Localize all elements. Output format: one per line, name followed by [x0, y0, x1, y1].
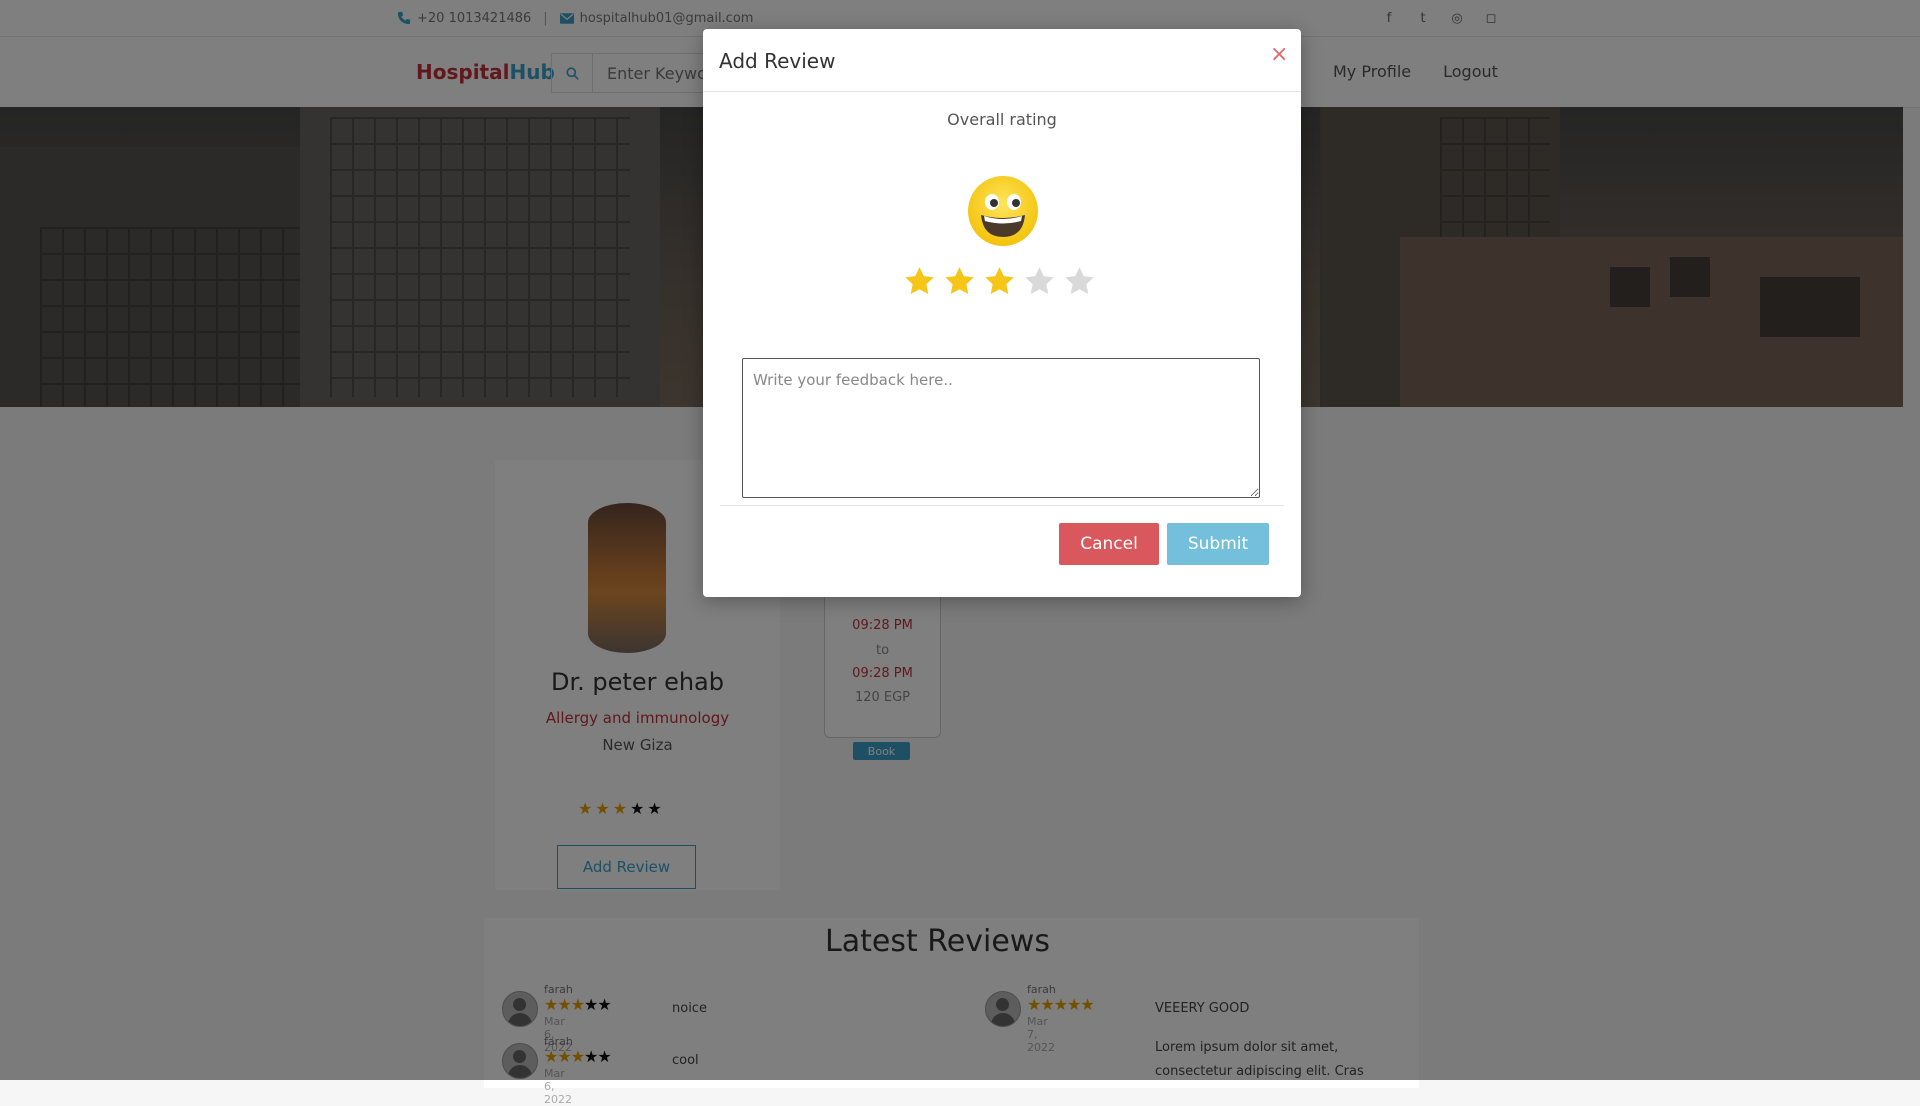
grinning-face-icon — [968, 176, 1038, 246]
rating-star-2[interactable] — [943, 265, 976, 298]
rating-star-5[interactable] — [1063, 265, 1096, 298]
rating-star-1[interactable] — [903, 265, 936, 298]
add-review-modal: Add Review × Overall rating Cancel Submi… — [703, 29, 1301, 597]
close-icon[interactable]: × — [1270, 44, 1288, 66]
rating-star-3[interactable] — [983, 265, 1016, 298]
rating-star-4[interactable] — [1023, 265, 1056, 298]
modal-divider — [720, 505, 1284, 506]
rating-star-selector — [903, 265, 1096, 298]
submit-button[interactable]: Submit — [1167, 523, 1269, 565]
overall-rating-label: Overall rating — [947, 110, 1057, 129]
feedback-textarea[interactable] — [742, 358, 1260, 498]
modal-header: Add Review × — [703, 29, 1301, 92]
modal-title: Add Review — [719, 49, 836, 73]
cancel-button[interactable]: Cancel — [1059, 523, 1159, 565]
